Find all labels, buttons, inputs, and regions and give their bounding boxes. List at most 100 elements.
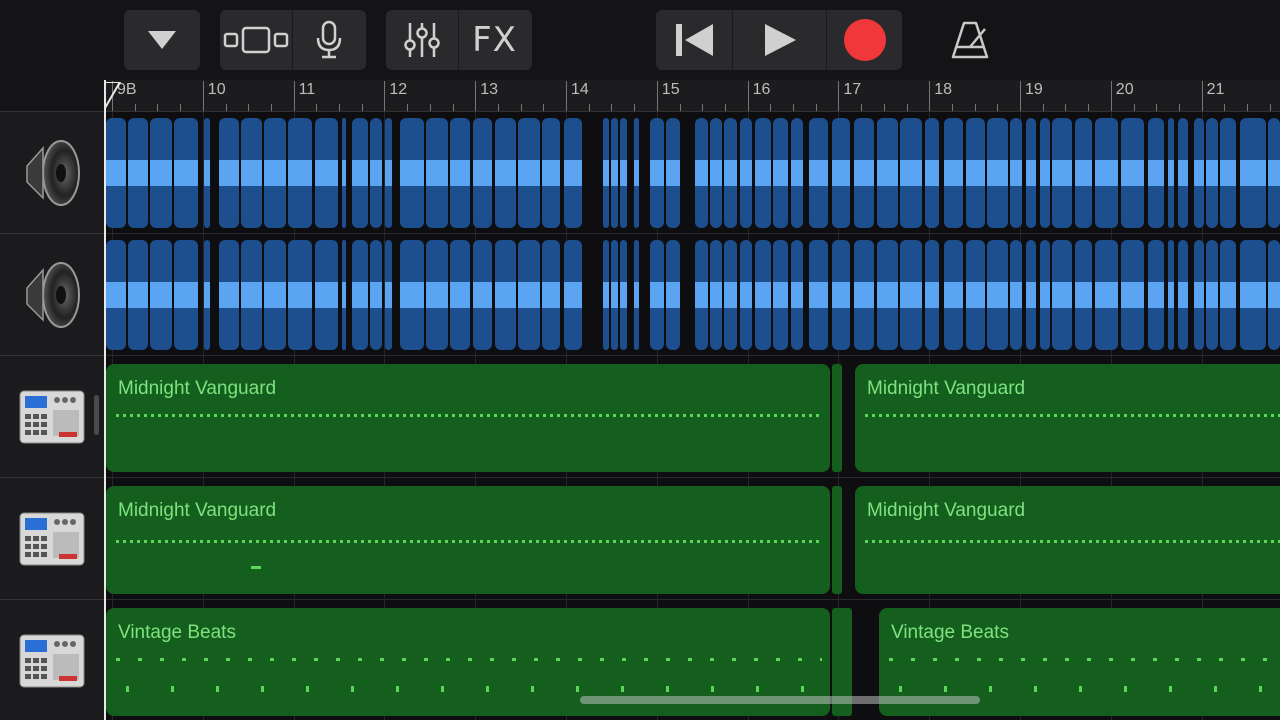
audio-region[interactable] bbox=[809, 118, 828, 228]
audio-region[interactable] bbox=[900, 118, 922, 228]
audio-region[interactable] bbox=[518, 240, 540, 350]
audio-region[interactable] bbox=[1075, 118, 1092, 228]
audio-track-lane-1[interactable] bbox=[106, 112, 1280, 234]
audio-region[interactable] bbox=[370, 240, 382, 350]
track-view-button[interactable] bbox=[220, 10, 292, 70]
audio-region[interactable] bbox=[634, 240, 639, 350]
fx-button[interactable]: FX bbox=[458, 10, 530, 70]
audio-region[interactable] bbox=[1194, 118, 1204, 228]
midi-region[interactable]: Midnight Vanguard bbox=[106, 486, 830, 594]
playhead-handle[interactable] bbox=[104, 82, 122, 110]
go-to-start-button[interactable] bbox=[656, 10, 732, 70]
audio-region[interactable] bbox=[724, 240, 737, 350]
audio-region[interactable] bbox=[473, 118, 492, 228]
audio-region[interactable] bbox=[650, 240, 664, 350]
audio-region[interactable] bbox=[128, 118, 148, 228]
browser-button[interactable] bbox=[124, 10, 200, 70]
audio-region[interactable] bbox=[1010, 240, 1022, 350]
audio-region[interactable] bbox=[174, 240, 198, 350]
audio-region[interactable] bbox=[1026, 240, 1036, 350]
audio-region[interactable] bbox=[773, 240, 788, 350]
audio-region[interactable] bbox=[315, 118, 338, 228]
audio-region[interactable] bbox=[1178, 240, 1188, 350]
audio-region[interactable] bbox=[966, 240, 985, 350]
audio-region[interactable] bbox=[710, 118, 722, 228]
audio-region[interactable] bbox=[1026, 118, 1036, 228]
audio-region[interactable] bbox=[603, 240, 609, 350]
audio-region[interactable] bbox=[966, 118, 985, 228]
audio-region[interactable] bbox=[1148, 240, 1164, 350]
midi-region[interactable]: Midnight Vanguard bbox=[855, 364, 1280, 472]
audio-region[interactable] bbox=[450, 118, 470, 228]
audio-region[interactable] bbox=[1206, 240, 1218, 350]
track-header-2[interactable] bbox=[0, 234, 104, 356]
audio-region[interactable] bbox=[264, 240, 286, 350]
midi-region[interactable]: Midnight Vanguard bbox=[106, 364, 830, 472]
audio-region[interactable] bbox=[264, 118, 286, 228]
audio-region[interactable] bbox=[611, 240, 618, 350]
audio-region[interactable] bbox=[832, 240, 850, 350]
horizontal-scroll-indicator[interactable] bbox=[580, 696, 980, 704]
header-resize-handle[interactable] bbox=[94, 395, 99, 435]
track-header-1[interactable] bbox=[0, 112, 104, 234]
drum-track-lane-3[interactable]: Midnight Vanguard Midnight Vanguard bbox=[106, 356, 1280, 478]
track-header-3[interactable] bbox=[0, 356, 104, 478]
audio-region[interactable] bbox=[666, 118, 680, 228]
audio-region[interactable] bbox=[1095, 118, 1118, 228]
playhead[interactable] bbox=[104, 80, 106, 720]
audio-region[interactable] bbox=[542, 118, 560, 228]
metronome-button[interactable] bbox=[934, 14, 1006, 66]
audio-region[interactable] bbox=[944, 240, 963, 350]
track-header-4[interactable] bbox=[0, 478, 104, 600]
audio-region[interactable] bbox=[755, 240, 771, 350]
mixer-button[interactable] bbox=[386, 10, 458, 70]
audio-region[interactable] bbox=[564, 118, 582, 228]
audio-region[interactable] bbox=[666, 240, 680, 350]
audio-region[interactable] bbox=[204, 240, 210, 350]
audio-region[interactable] bbox=[1206, 118, 1218, 228]
audio-region[interactable] bbox=[809, 240, 828, 350]
audio-region[interactable] bbox=[1040, 118, 1050, 228]
audio-region[interactable] bbox=[241, 118, 262, 228]
audio-region[interactable] bbox=[495, 118, 516, 228]
audio-region[interactable] bbox=[1240, 118, 1266, 228]
audio-region[interactable] bbox=[150, 240, 172, 350]
audio-region[interactable] bbox=[620, 240, 627, 350]
audio-region[interactable] bbox=[1268, 118, 1280, 228]
track-header-5[interactable] bbox=[0, 600, 104, 720]
audio-region[interactable] bbox=[352, 118, 368, 228]
audio-region[interactable] bbox=[603, 118, 609, 228]
audio-region[interactable] bbox=[385, 240, 392, 350]
audio-region[interactable] bbox=[106, 118, 126, 228]
audio-region[interactable] bbox=[1194, 240, 1204, 350]
audio-region[interactable] bbox=[542, 240, 560, 350]
audio-region[interactable] bbox=[1010, 118, 1022, 228]
audio-region[interactable] bbox=[342, 118, 346, 228]
audio-region[interactable] bbox=[877, 240, 898, 350]
audio-region[interactable] bbox=[854, 118, 874, 228]
audio-region[interactable] bbox=[150, 118, 172, 228]
audio-region[interactable] bbox=[219, 240, 239, 350]
audio-region[interactable] bbox=[1075, 240, 1092, 350]
audio-region[interactable] bbox=[400, 118, 424, 228]
midi-region-fragment[interactable] bbox=[832, 486, 842, 594]
audio-region[interactable] bbox=[740, 118, 752, 228]
play-button[interactable] bbox=[732, 10, 826, 70]
audio-region[interactable] bbox=[1040, 240, 1050, 350]
audio-region[interactable] bbox=[174, 118, 198, 228]
audio-region[interactable] bbox=[473, 240, 492, 350]
audio-region[interactable] bbox=[634, 118, 639, 228]
audio-region[interactable] bbox=[1052, 240, 1072, 350]
midi-region-fragment[interactable] bbox=[832, 364, 842, 472]
audio-region[interactable] bbox=[106, 240, 126, 350]
audio-region[interactable] bbox=[740, 240, 752, 350]
audio-region[interactable] bbox=[710, 240, 722, 350]
audio-region[interactable] bbox=[241, 240, 262, 350]
audio-region[interactable] bbox=[944, 118, 963, 228]
record-button[interactable] bbox=[826, 10, 902, 70]
audio-region[interactable] bbox=[1240, 240, 1266, 350]
timeline-ruler[interactable]: 9B 10 11 12 13 14 15 16 17 18 19 20 21 bbox=[104, 80, 1280, 112]
audio-region[interactable] bbox=[791, 240, 803, 350]
audio-region[interactable] bbox=[342, 240, 346, 350]
drum-track-lane-4[interactable]: Midnight Vanguard Midnight Vanguard bbox=[106, 478, 1280, 600]
